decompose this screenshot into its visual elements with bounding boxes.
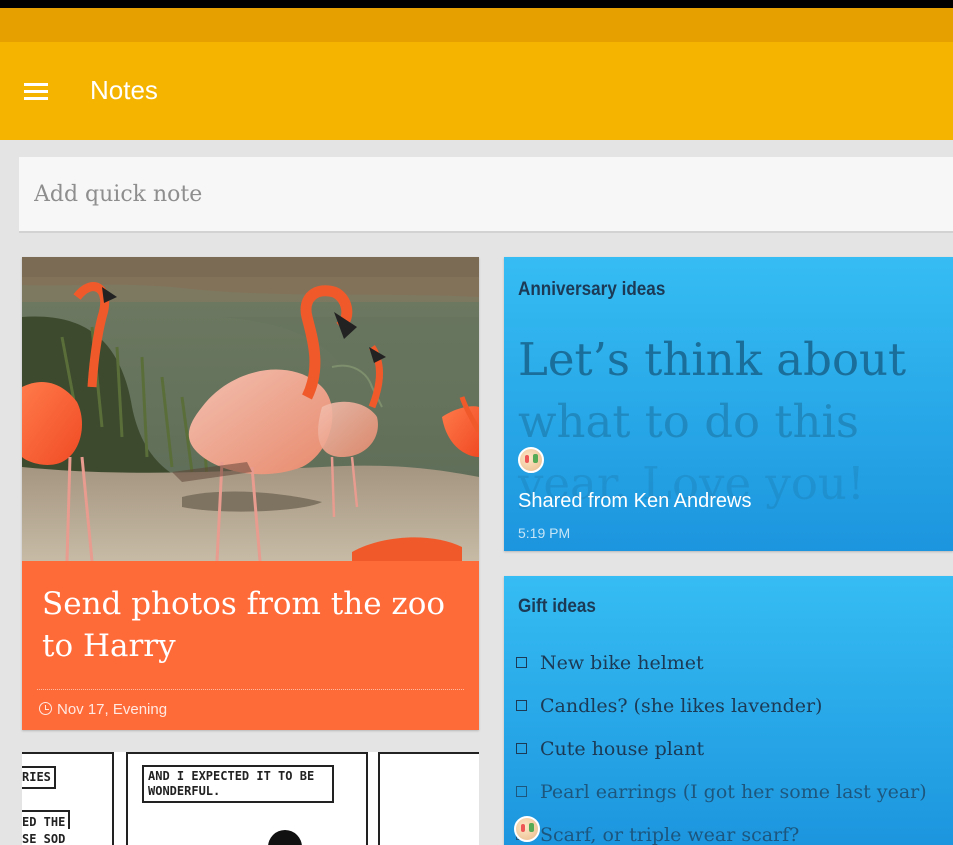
comic-panel-3 <box>378 752 479 845</box>
anniversary-note-body: Let’s think about what to do this year. … <box>518 329 953 515</box>
gift-note-card[interactable]: Gift ideas New bike helmet Candles? (she… <box>504 576 953 845</box>
comic-panel-1: RIES ED THE SE SOD <box>22 752 114 845</box>
checklist-item-label: Scarf, or triple wear scarf? <box>540 823 800 845</box>
shared-time: 5:19 PM <box>518 525 571 541</box>
checklist-item: Cute house plant <box>516 727 927 770</box>
checklist-item: New bike helmet <box>516 641 927 684</box>
flamingo-photo <box>22 257 479 561</box>
checkbox[interactable] <box>516 786 527 797</box>
checklist-item-label: Candles? (she likes lavender) <box>540 694 823 717</box>
comic-text: AND I EXPECTED IT TO BE WONDERFUL. <box>148 769 315 798</box>
divider <box>37 689 464 690</box>
checkbox[interactable] <box>516 700 527 711</box>
status-bar <box>0 0 953 42</box>
reminder-text: Nov 17, Evening <box>57 701 168 718</box>
comic-line: RIES <box>22 770 51 784</box>
shared-from-label: Shared from Ken Andrews <box>518 490 752 512</box>
comic-line: ED THE <box>22 810 71 829</box>
avatar <box>518 447 544 473</box>
app-title: Notes <box>90 75 158 105</box>
checklist-item-label: Cute house plant <box>540 737 705 760</box>
avatar <box>514 816 540 842</box>
quick-note-input[interactable] <box>19 157 953 231</box>
photo-note-caption: Send photos from the zoo to Harry Nov 17… <box>22 561 479 730</box>
comic-bubble-1: RIES <box>22 766 56 789</box>
checklist-item: Scarf, or triple wear scarf? <box>516 813 927 845</box>
quick-note-bar <box>19 157 953 233</box>
checklist: New bike helmet Candles? (she likes lave… <box>516 641 927 845</box>
comic-panel-2: AND I EXPECTED IT TO BE WONDERFUL. <box>126 752 368 845</box>
checklist-item-label: New bike helmet <box>540 651 704 674</box>
body-line-2: what to do this <box>518 395 859 448</box>
menu-icon[interactable] <box>24 83 48 101</box>
checklist-item: Candles? (she likes lavender) <box>516 684 927 727</box>
checkbox[interactable] <box>516 657 527 668</box>
comic-line: SE SOD <box>22 832 66 845</box>
anniversary-note-card[interactable]: Anniversary ideas Let’s think about what… <box>504 257 953 551</box>
anniversary-note-title: Anniversary ideas <box>518 279 666 300</box>
app-bar: Notes <box>0 42 953 140</box>
comic-note-card[interactable]: RIES ED THE SE SOD AND I EXPECTED IT TO … <box>22 752 479 845</box>
gift-note-title: Gift ideas <box>518 596 596 617</box>
body-line-1: Let’s think about <box>518 333 907 386</box>
reminder-label: Nov 17, Evening <box>39 701 167 718</box>
photo-note-card[interactable]: Send photos from the zoo to Harry Nov 17… <box>22 257 479 730</box>
checklist-item: Pearl earrings (I got her some last year… <box>516 770 927 813</box>
comic-bubble-2: AND I EXPECTED IT TO BE WONDERFUL. <box>142 765 334 803</box>
checkbox[interactable] <box>516 743 527 754</box>
clock-icon <box>39 702 52 715</box>
photo-note-title: Send photos from the zoo to Harry <box>42 586 446 664</box>
comic-figure <box>268 830 302 845</box>
checklist-item-label: Pearl earrings (I got her some last year… <box>540 780 927 803</box>
